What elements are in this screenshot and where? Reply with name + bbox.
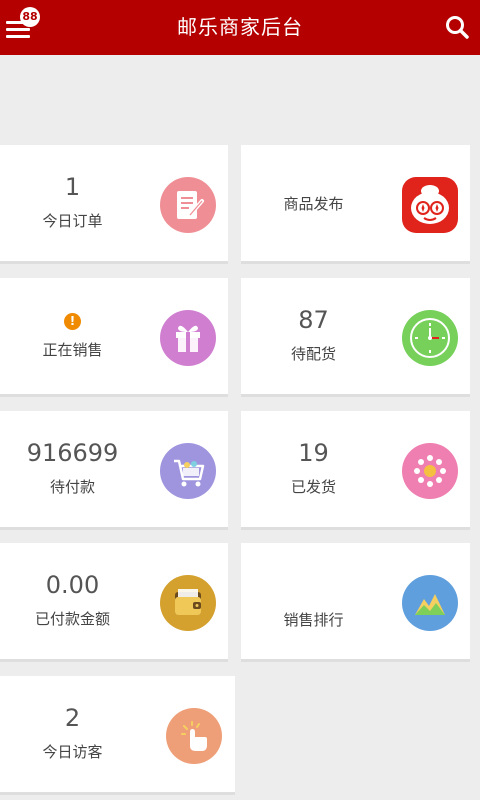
shipped-value: 19 xyxy=(298,439,329,467)
card-to-ship[interactable]: 87 待配货 xyxy=(241,278,470,394)
today-orders-label: 今日订单 xyxy=(42,212,103,230)
shopping-cart-icon xyxy=(160,443,216,499)
card-today-orders[interactable]: 1 今日订单 xyxy=(0,145,228,261)
visitors-label: 今日访客 xyxy=(42,743,103,761)
unpaid-value: 916699 xyxy=(26,439,119,467)
card-shipped[interactable]: 19 已发货 xyxy=(241,411,470,527)
card-visitors[interactable]: 2 今日访客 xyxy=(0,676,235,792)
paid-amount-label: 已付款金额 xyxy=(34,610,110,628)
warning-icon: ! xyxy=(64,313,81,330)
dots-icon xyxy=(402,443,458,499)
card-paid-amount[interactable]: 0.00 已付款金额 xyxy=(0,543,228,659)
mascot-icon xyxy=(402,177,458,233)
card-publish[interactable]: 商品发布 xyxy=(241,145,470,261)
page-title: 邮乐商家后台 xyxy=(177,15,303,39)
clock-icon xyxy=(402,310,458,366)
card-unpaid[interactable]: 916699 待付款 xyxy=(0,411,228,527)
sales-rank-label: 销售排行 xyxy=(283,611,344,629)
to-ship-label: 待配货 xyxy=(290,345,336,363)
paid-amount-value: 0.00 xyxy=(45,571,100,599)
today-orders-value: 1 xyxy=(64,173,81,201)
wallet-icon xyxy=(160,575,216,631)
card-sales-rank[interactable]: 销售排行 xyxy=(241,543,470,659)
search-icon xyxy=(446,16,469,39)
order-list-icon xyxy=(160,177,216,233)
gift-icon xyxy=(160,310,216,366)
shipped-label: 已发货 xyxy=(290,478,336,496)
unpaid-label: 待付款 xyxy=(49,478,95,496)
publish-label: 商品发布 xyxy=(283,195,344,213)
to-ship-value: 87 xyxy=(298,306,329,334)
app-header: 88 邮乐商家后台 xyxy=(0,0,480,55)
tap-hand-icon xyxy=(166,708,222,764)
search-button[interactable] xyxy=(444,14,470,40)
mountain-chart-icon xyxy=(402,575,458,631)
on-sale-label: 正在销售 xyxy=(42,341,103,359)
card-on-sale[interactable]: ! 正在销售 xyxy=(0,278,228,394)
visitors-value: 2 xyxy=(64,704,81,732)
